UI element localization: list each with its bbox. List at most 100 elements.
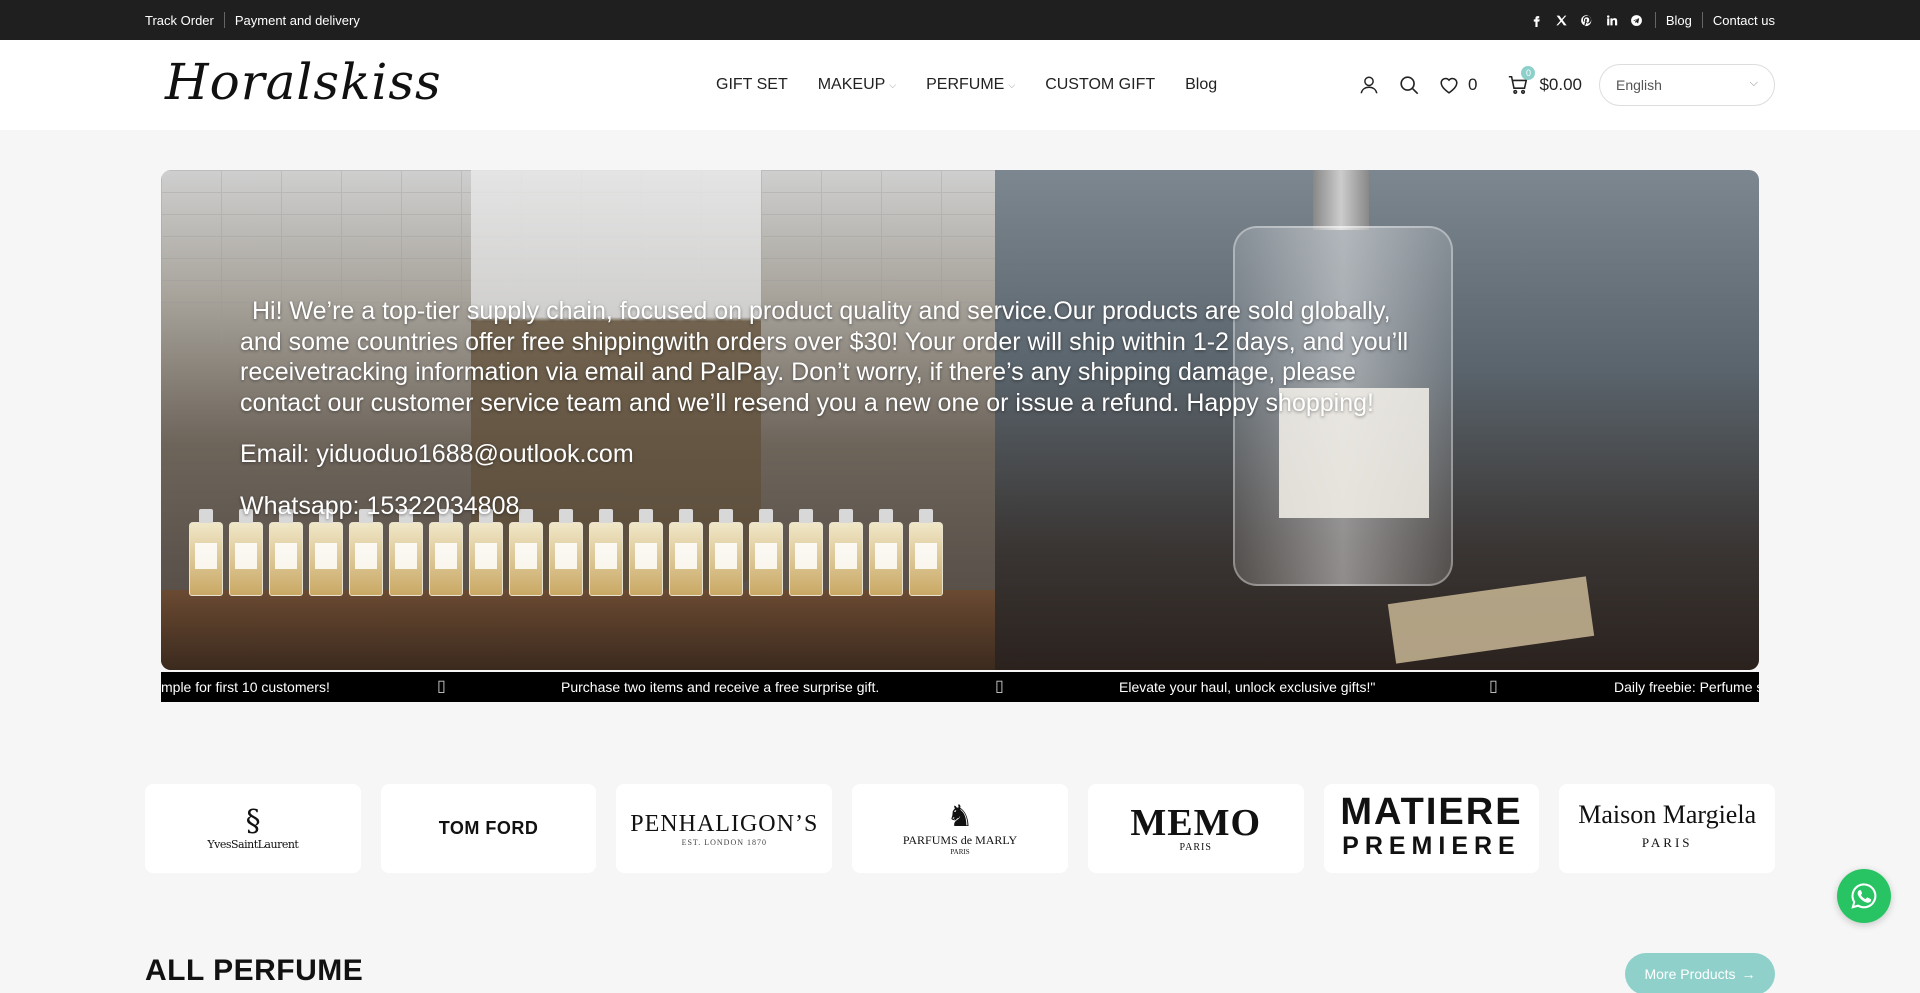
x-icon[interactable] — [1555, 14, 1568, 27]
hero-message: Hi! We’re a top-tier supply chain, focus… — [240, 296, 1430, 521]
whatsapp-chat-button[interactable] — [1837, 869, 1891, 923]
bottle-cap — [1313, 170, 1369, 230]
language-select[interactable]: English ⌵ — [1599, 64, 1775, 106]
main-nav: GIFT SET MAKEUP ⌵ PERFUME ⌵ CUSTOM GIFT Bl… — [716, 40, 1217, 130]
facebook-icon[interactable] — [1530, 14, 1543, 27]
maison-margiela-logo: Maison Margiela PARIS — [1578, 799, 1757, 857]
nav-label: Blog — [1185, 76, 1218, 93]
perfume-bottle — [549, 509, 583, 596]
user-icon[interactable] — [1358, 74, 1380, 96]
arrow-right-icon: → — [1741, 966, 1756, 982]
social-links — [1530, 14, 1643, 27]
perfume-bottle — [869, 509, 903, 596]
perfume-bottle — [589, 509, 623, 596]
promo-marquee: mple for first 10 customers! ▯ Purchase … — [161, 672, 1759, 702]
perfume-bottle — [469, 509, 503, 596]
penhaligons-wordmark: PENHALIGON’S — [630, 810, 819, 837]
brand-maison-margiela[interactable]: Maison Margiela PARIS — [1559, 784, 1776, 873]
marquee-item: Daily freebie: Perfume s — [1614, 679, 1759, 695]
wishlist-count: 0 — [1468, 75, 1478, 94]
hero-intro-text: Hi! We’re a top-tier supply chain, focus… — [240, 297, 1409, 417]
telegram-icon[interactable] — [1630, 14, 1643, 27]
tom-ford-logo: TOM FORD — [438, 818, 539, 838]
perfume-bottle — [309, 509, 343, 596]
pinterest-icon[interactable] — [1580, 14, 1593, 27]
perfume-bottles-row — [189, 509, 943, 596]
ysl-wordmark: YvesSaintLaurent — [207, 838, 299, 851]
perfume-bottle — [389, 509, 423, 596]
wishlist-button[interactable]: 0 — [1438, 74, 1477, 96]
penhaligons-sub: EST. LONDON 1870 — [681, 837, 767, 847]
heart-icon — [1440, 77, 1458, 94]
nav-label: MAKEUP — [817, 76, 886, 93]
perfume-bottle — [709, 509, 743, 596]
brand-ysl[interactable]: § YvesSaintLaurent — [145, 784, 361, 873]
brand-memo[interactable]: MEMO PARIS — [1087, 784, 1304, 873]
perfume-bottle — [349, 509, 383, 596]
memo-logo: MEMO PARIS — [1130, 804, 1261, 854]
horse-crest-icon: ♞ — [946, 800, 974, 833]
top-bar-left-links: Track Order Payment and delivery — [145, 0, 370, 40]
header-actions: 0 0 $0.00 — [1358, 40, 1582, 130]
nav-gift-set[interactable]: GIFT SET — [716, 76, 788, 94]
perfume-bottle — [829, 509, 863, 596]
nav-perfume[interactable]: PERFUME ⌵ — [926, 76, 1015, 94]
nav-makeup[interactable]: MAKEUP ⌵ — [818, 76, 896, 94]
chevron-down-icon: ⌵ — [1749, 77, 1758, 89]
track-order-link[interactable]: Track Order — [145, 13, 224, 28]
marquee-item: Purchase two items and receive a free su… — [561, 679, 880, 695]
nav-label: GIFT SET — [716, 76, 788, 93]
brand-parfums-de-marly[interactable]: ♞ PARFUMS de MARLY PARIS — [852, 784, 1068, 873]
ysl-monogram-icon: § — [245, 804, 261, 839]
payment-delivery-link[interactable]: Payment and delivery — [225, 13, 370, 28]
separator-icon: ▯ — [995, 678, 1004, 695]
cart-button[interactable]: 0 $0.00 — [1507, 66, 1583, 96]
top-bar-right: Blog Contact us — [1530, 0, 1775, 40]
parfums-de-marly-logo: ♞ PARFUMS de MARLY PARIS — [903, 800, 1017, 857]
perfume-bottle — [629, 509, 663, 596]
perfume-bottle — [669, 509, 703, 596]
nav-custom-gift[interactable]: CUSTOM GIFT — [1045, 76, 1155, 94]
counter — [161, 590, 995, 670]
pdm-sub: PARIS — [950, 848, 970, 856]
logo-text: Horalskiss — [165, 53, 442, 111]
perfume-bottle — [189, 509, 223, 596]
cart-total: $0.00 — [1539, 75, 1583, 94]
margiela-sub: PARIS — [1641, 834, 1693, 850]
language-value: English — [1616, 77, 1662, 93]
contact-us-link[interactable]: Contact us — [1703, 13, 1775, 28]
linkedin-icon[interactable] — [1605, 14, 1618, 27]
penhaligons-logo: PENHALIGON’S EST. LONDON 1870 — [630, 811, 818, 847]
brand-tom-ford[interactable]: TOM FORD — [380, 784, 597, 873]
brand-penhaligons[interactable]: PENHALIGON’S EST. LONDON 1870 — [616, 784, 833, 873]
perfume-bottle — [429, 509, 463, 596]
more-products-label: More Products — [1644, 966, 1736, 982]
chevron-down-icon: ⌵ — [1008, 79, 1016, 90]
nav-label: CUSTOM GIFT — [1045, 76, 1156, 93]
site-logo[interactable]: Horalskiss — [165, 52, 442, 112]
matiere-wordmark: MATIERE — [1340, 790, 1523, 833]
ysl-logo: § YvesSaintLaurent — [207, 804, 299, 852]
blog-top-link[interactable]: Blog — [1656, 13, 1702, 28]
hero-banner: Hi! We’re a top-tier supply chain, focus… — [161, 170, 1759, 670]
perfume-bottle — [789, 509, 823, 596]
search-icon[interactable] — [1398, 74, 1420, 96]
chevron-down-icon: ⌵ — [889, 79, 897, 90]
site-header: Horalskiss GIFT SET MAKEUP ⌵ PERFUME ⌵ CUS… — [0, 40, 1920, 130]
more-products-button[interactable]: More Products → — [1625, 953, 1775, 993]
perfume-bottle — [229, 509, 263, 596]
perfume-bottle — [269, 509, 303, 596]
brand-logos: § YvesSaintLaurent TOM FORD PENHALIGON’S… — [145, 784, 1776, 873]
marquee-item: mple for first 10 customers! — [161, 679, 330, 695]
premiere-wordmark: PREMIERE — [1342, 831, 1521, 860]
nav-blog[interactable]: Blog — [1185, 76, 1217, 94]
perfume-bottle — [509, 509, 543, 596]
brand-matiere-premiere[interactable]: MATIERE PREMIERE — [1323, 784, 1540, 873]
section-title: ALL PERFUME — [145, 954, 364, 987]
hero-email: Email: yiduoduo1688@outlook.com — [240, 440, 634, 468]
top-bar: Track Order Payment and delivery Blog Co… — [0, 0, 1920, 40]
margiela-wordmark: Maison Margiela — [1578, 799, 1757, 829]
nav-label: PERFUME — [926, 76, 1005, 93]
cart-count-badge: 0 — [1521, 66, 1536, 80]
marquee-item: Elevate your haul, unlock exclusive gift… — [1119, 679, 1376, 695]
